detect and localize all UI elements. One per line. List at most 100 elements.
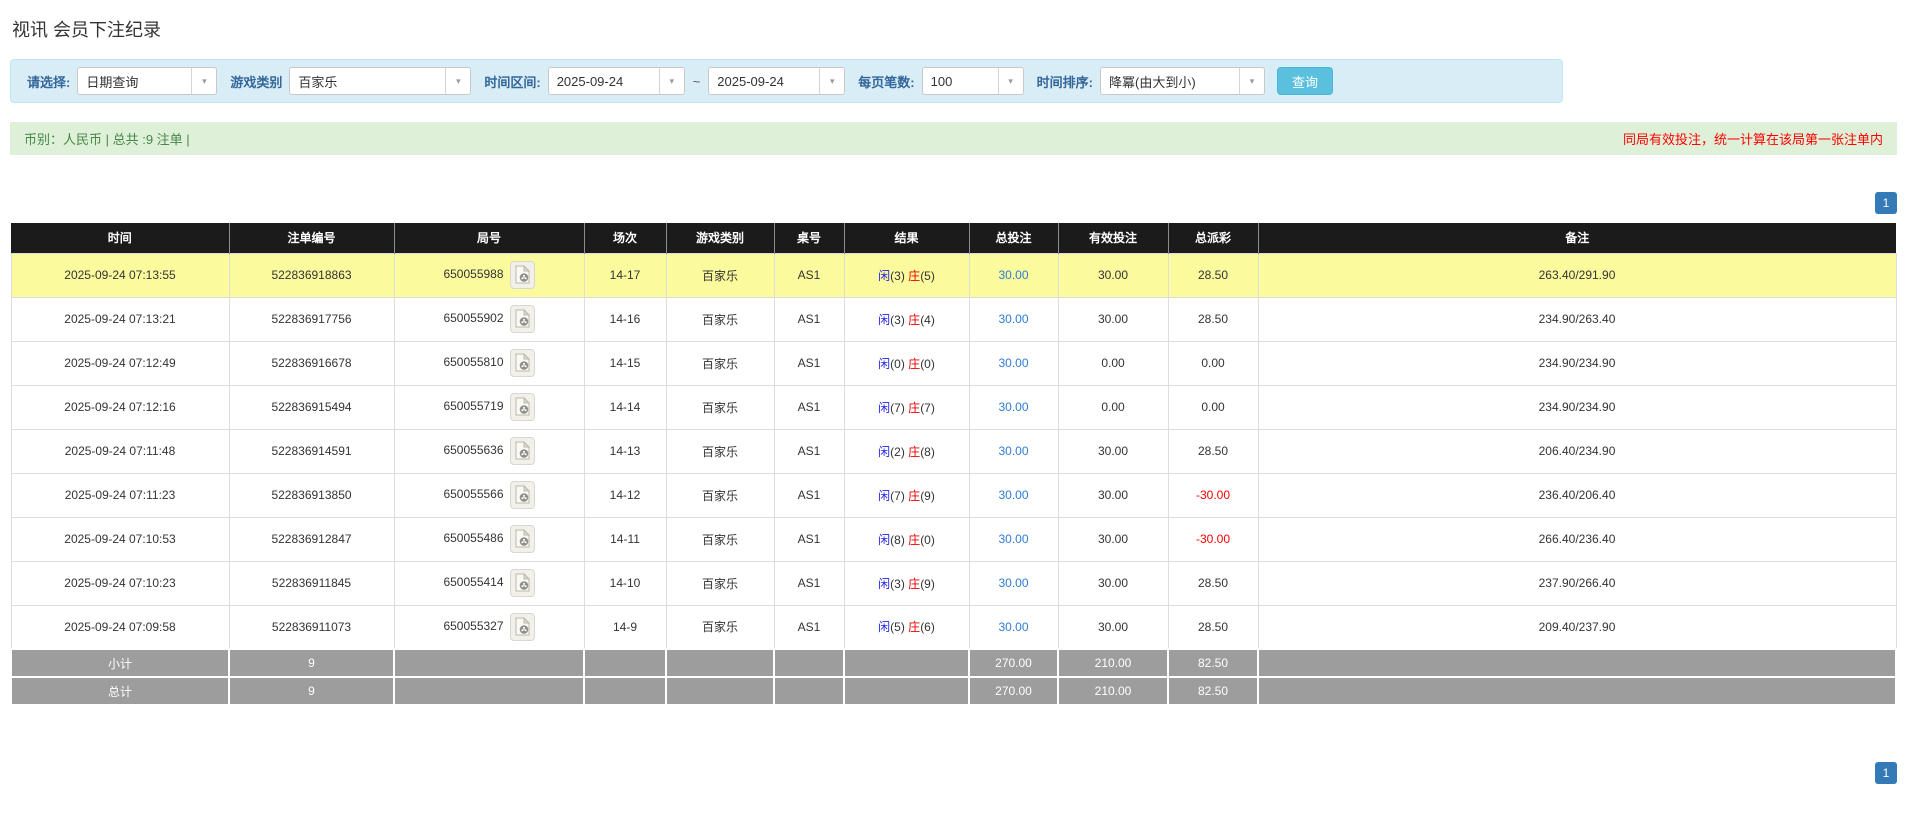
round-number: 650055902: [443, 311, 504, 326]
pagination-page-1[interactable]: 1: [1875, 192, 1897, 214]
player-result: 闲: [878, 312, 891, 327]
total-bet-link[interactable]: 30.00: [998, 488, 1028, 502]
column-header: 局号: [394, 223, 585, 253]
result-cell: 闲(7) 庄(7): [843, 384, 970, 430]
table-header-row: 时间 注单编号 局号 场次 游戏类别 桌号 结果 总投注 有效投注 总派彩 备注: [11, 223, 1896, 253]
page-size-select[interactable]: 100 ▾: [921, 67, 1024, 95]
total-label: 总计: [10, 676, 230, 706]
total-bet-cell: 30.00: [968, 604, 1059, 650]
chevron-down-icon[interactable]: ▾: [1238, 68, 1264, 94]
valid-bet-cell: 30.00: [1057, 472, 1169, 518]
banker-result: 庄: [908, 268, 921, 283]
chevron-down-icon[interactable]: ▾: [445, 68, 471, 94]
chevron-down-icon[interactable]: ▾: [191, 68, 217, 94]
sort-order-select[interactable]: 降冪(由大到小) ▾: [1099, 67, 1265, 95]
valid-bet-cell: 30.00: [1057, 252, 1169, 298]
video-replay-icon[interactable]: [509, 569, 535, 597]
bet-id-cell: 522836911845: [228, 560, 395, 606]
query-type-select[interactable]: 日期查询 ▾: [77, 67, 218, 95]
date-to-select[interactable]: 2025-09-24 ▾: [708, 67, 846, 95]
bet-id-cell: 522836912847: [228, 516, 395, 562]
page-title: 视讯 会员下注纪录: [12, 20, 162, 40]
summary-bar: 币别：人民币 | 总共 :9 注单 | 同局有效投注，统一计算在该局第一张注单内: [10, 122, 1897, 155]
video-replay-icon[interactable]: [509, 481, 535, 509]
time-cell: 2025-09-24 07:11:23: [10, 472, 230, 518]
banker-result: 庄: [908, 312, 921, 327]
total-bet-link[interactable]: 30.00: [998, 532, 1028, 546]
sort-order-label: 时间排序:: [1036, 74, 1093, 90]
player-result: 闲: [878, 576, 891, 591]
sort-order-value: 降冪(由大到小): [1108, 74, 1196, 90]
game-type-select[interactable]: 百家乐 ▾: [289, 67, 472, 95]
video-replay-icon[interactable]: [509, 437, 535, 465]
video-replay-icon[interactable]: [509, 305, 535, 333]
total-bet-link[interactable]: 30.00: [998, 268, 1028, 282]
chevron-down-icon[interactable]: ▾: [658, 68, 684, 94]
subtotal-valid-bet: 210.00: [1057, 648, 1169, 678]
chevron-down-icon[interactable]: ▾: [997, 68, 1023, 94]
video-replay-icon[interactable]: [509, 393, 535, 421]
round-cell: 650055636: [393, 428, 585, 474]
round-cell: 650055486: [393, 516, 585, 562]
session-cell: 14-14: [583, 384, 667, 430]
total-bet-cell: 30.00: [968, 560, 1059, 606]
valid-bet-cell: 30.00: [1057, 296, 1169, 342]
table-row: 2025-09-24 07:11:48 522836914591 6500556…: [10, 428, 1897, 474]
video-replay-icon[interactable]: [509, 261, 535, 289]
round-cell: 650055719: [393, 384, 585, 430]
pagination-bottom: 1: [10, 762, 1897, 784]
game-type-cell: 百家乐: [665, 252, 775, 298]
session-cell: 14-13: [583, 428, 667, 474]
date-from-select[interactable]: 2025-09-24 ▾: [547, 67, 685, 95]
total-bet-link[interactable]: 30.00: [998, 312, 1028, 326]
valid-bet-cell: 0.00: [1057, 384, 1169, 430]
bet-id-cell: 522836918863: [228, 252, 395, 298]
column-header: 场次: [584, 223, 667, 253]
table-number-cell: AS1: [773, 472, 845, 518]
game-type-cell: 百家乐: [665, 516, 775, 562]
round-cell: 650055327: [393, 604, 585, 650]
total-bet-link[interactable]: 30.00: [998, 576, 1028, 590]
result-cell: 闲(3) 庄(5): [843, 252, 970, 298]
table-number-cell: AS1: [773, 560, 845, 606]
round-number: 650055327: [443, 618, 504, 633]
video-replay-icon[interactable]: [509, 612, 535, 641]
time-cell: 2025-09-24 07:13:21: [10, 296, 230, 342]
total-bet-link[interactable]: 30.00: [998, 444, 1028, 458]
pagination-top: 1: [10, 192, 1897, 214]
bet-id-cell: 522836916678: [228, 340, 395, 386]
banker-result: 庄: [908, 532, 921, 547]
payout-cell: 0.00: [1167, 340, 1259, 386]
total-bet-link[interactable]: 30.00: [998, 620, 1028, 634]
game-type-cell: 百家乐: [665, 472, 775, 518]
game-type-cell: 百家乐: [665, 560, 775, 606]
total-row: 总计 9 270.00 210.00 82.50: [10, 676, 1897, 706]
chevron-down-icon[interactable]: ▾: [819, 68, 845, 94]
bet-id-cell: 522836914591: [228, 428, 395, 474]
total-bet-link[interactable]: 30.00: [998, 400, 1028, 414]
query-type-label: 请选择:: [27, 74, 71, 90]
total-bet-cell: 30.00: [968, 340, 1059, 386]
banker-result: 庄: [908, 444, 921, 459]
game-type-cell: 百家乐: [665, 384, 775, 430]
session-cell: 14-15: [583, 340, 667, 386]
table-row: 2025-09-24 07:12:49 522836916678 6500558…: [10, 340, 1897, 386]
payout-cell: 28.50: [1167, 296, 1259, 342]
banker-result: 庄: [908, 356, 921, 371]
search-button[interactable]: 查询: [1276, 67, 1333, 95]
remark-cell: 237.90/266.40: [1257, 560, 1897, 606]
valid-bet-cell: 0.00: [1057, 340, 1169, 386]
total-bet-cell: 30.00: [968, 296, 1059, 342]
pagination-page-1[interactable]: 1: [1875, 762, 1897, 784]
table-number-cell: AS1: [773, 340, 845, 386]
video-replay-icon[interactable]: [509, 525, 535, 553]
total-bet-link[interactable]: 30.00: [998, 356, 1028, 370]
banker-result: 庄: [908, 400, 921, 415]
session-cell: 14-9: [583, 604, 667, 650]
page: 视讯 会员下注纪录 请选择: 日期查询 ▾ 游戏类别 百家乐 ▾ 时间区间: 2…: [0, 18, 1905, 784]
round-number: 650055810: [443, 355, 504, 370]
total-count: 9: [228, 676, 395, 706]
video-replay-icon[interactable]: [509, 349, 535, 377]
column-header: 总派彩: [1168, 223, 1259, 253]
table-number-cell: AS1: [773, 516, 845, 562]
